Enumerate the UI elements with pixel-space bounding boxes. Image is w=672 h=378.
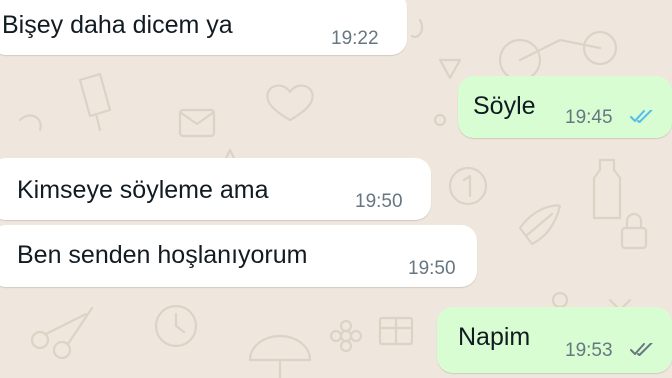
message-text: Söyle	[473, 92, 536, 120]
chat-background: Bişey daha dicem ya 19:22 Söyle 19:45 Ki…	[0, 0, 672, 378]
double-check-icon	[630, 110, 653, 123]
message-timestamp: 19:53	[565, 340, 613, 361]
message-timestamp: 19:50	[355, 191, 403, 212]
message-text: Napim	[458, 323, 531, 351]
message-bubble-incoming[interactable]: Bişey daha dicem ya 19:22	[0, 0, 407, 55]
message-timestamp: 19:22	[331, 28, 379, 49]
message-bubble-incoming[interactable]: Ben senden hoşlanıyorum 19:50	[0, 225, 477, 287]
coin-doodle	[448, 166, 488, 206]
message-text: Ben senden hoşlanıyorum	[17, 241, 308, 269]
message-text: Bişey daha dicem ya	[2, 11, 233, 39]
message-timestamp: 19:50	[408, 258, 456, 279]
message-bubble-outgoing[interactable]: Söyle 19:45	[458, 76, 672, 138]
message-bubble-outgoing[interactable]: Napim 19:53	[437, 307, 672, 373]
double-check-icon	[630, 343, 653, 356]
message-bubble-incoming[interactable]: Kimseye söyleme ama 19:50	[0, 158, 431, 220]
message-timestamp: 19:45	[565, 107, 613, 128]
message-text: Kimseye söyleme ama	[17, 176, 269, 204]
heart-doodle	[266, 84, 314, 122]
popsicle-doodle	[78, 72, 112, 132]
